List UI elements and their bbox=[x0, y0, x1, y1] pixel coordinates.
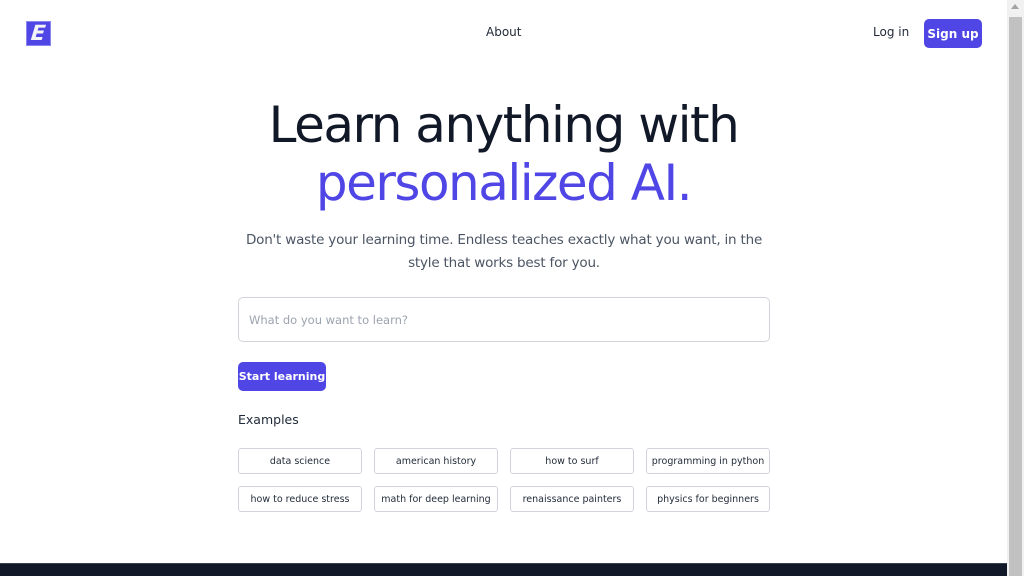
example-chip[interactable]: how to reduce stress bbox=[238, 486, 362, 512]
logo[interactable]: E bbox=[26, 21, 51, 46]
page: E About Log in Sign up Learn anything wi… bbox=[0, 0, 1007, 576]
signup-button[interactable]: Sign up bbox=[924, 19, 982, 48]
examples-grid: data science american history how to sur… bbox=[238, 448, 770, 512]
example-chip[interactable]: physics for beginners bbox=[646, 486, 770, 512]
hero-subtitle: Don't waste your learning time. Endless … bbox=[245, 232, 763, 271]
learn-topic-input[interactable] bbox=[238, 297, 770, 342]
footer bbox=[0, 563, 1007, 576]
example-chip[interactable]: renaissance painters bbox=[510, 486, 634, 512]
example-chip[interactable]: math for deep learning bbox=[374, 486, 498, 512]
hero-title-line1: Learn anything with bbox=[268, 96, 740, 154]
login-link[interactable]: Log in bbox=[873, 25, 909, 39]
example-chip[interactable]: how to surf bbox=[510, 448, 634, 474]
start-learning-button[interactable]: Start learning bbox=[238, 362, 326, 391]
hero-title: Learn anything with personalized AI. bbox=[0, 96, 1007, 212]
logo-letter: E bbox=[30, 21, 47, 45]
example-chip[interactable]: programming in python bbox=[646, 448, 770, 474]
example-chip[interactable]: american history bbox=[374, 448, 498, 474]
scrollbar-thumb[interactable] bbox=[1009, 17, 1022, 576]
hero-title-line2: personalized AI. bbox=[315, 154, 693, 212]
example-chip[interactable]: data science bbox=[238, 448, 362, 474]
vertical-scrollbar[interactable] bbox=[1007, 0, 1024, 576]
scroll-up-arrow-icon[interactable] bbox=[1011, 4, 1019, 9]
nav-about-link[interactable]: About bbox=[486, 25, 521, 39]
examples-heading: Examples bbox=[238, 412, 299, 427]
